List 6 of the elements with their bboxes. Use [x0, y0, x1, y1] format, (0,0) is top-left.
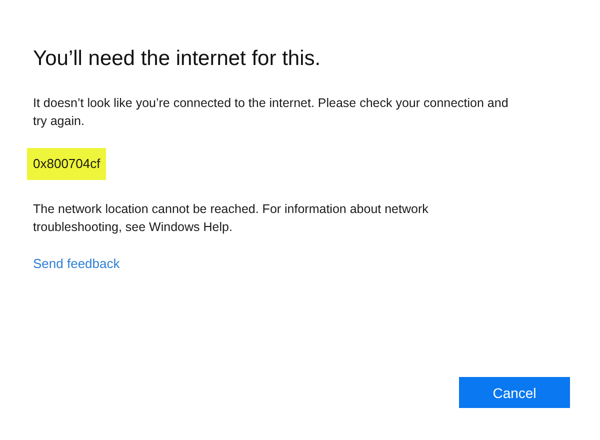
message-text: It doesn’t look like you’re connected to the internet. Please check your connection and try again. — [33, 95, 510, 130]
detail-text: The network location cannot be reached. For information about network troubleshooting, see Windows Help. — [33, 200, 430, 236]
cancel-button[interactable]: Cancel — [459, 377, 570, 408]
dialog-title: You’ll need the internet for this. — [33, 46, 322, 72]
error-code: 0x800704cf — [27, 148, 106, 180]
send-feedback-link[interactable]: Send feedback — [33, 256, 120, 271]
